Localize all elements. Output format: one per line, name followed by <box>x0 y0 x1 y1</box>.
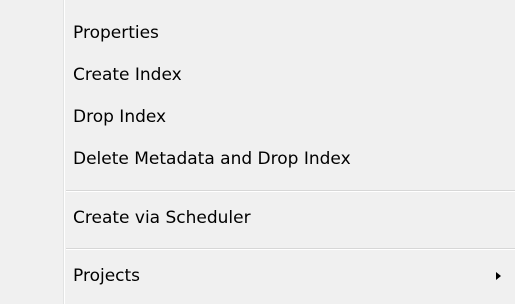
icon-gutter-divider-highlight <box>64 0 65 304</box>
menu-item-label: Drop Index <box>73 107 167 127</box>
menu-separator <box>66 248 515 250</box>
menu-item-label: Create Index <box>73 65 182 85</box>
menu-item-label: Delete Metadata and Drop Index <box>73 149 351 169</box>
menu-item-create-index[interactable]: Create Index <box>66 58 515 92</box>
chevron-right-icon <box>496 272 501 280</box>
menu-item-delete-metadata-and-drop-index[interactable]: Delete Metadata and Drop Index <box>66 142 515 176</box>
context-menu: Properties Create Index Drop Index Delet… <box>0 0 515 304</box>
menu-item-label: Create via Scheduler <box>73 208 251 228</box>
menu-item-label: Properties <box>73 23 159 43</box>
menu-item-properties[interactable]: Properties <box>66 16 515 50</box>
menu-item-projects[interactable]: Projects <box>66 259 515 293</box>
menu-item-drop-index[interactable]: Drop Index <box>66 100 515 134</box>
menu-separator <box>66 190 515 192</box>
menu-item-create-via-scheduler[interactable]: Create via Scheduler <box>66 201 515 235</box>
menu-item-label: Projects <box>73 266 141 286</box>
